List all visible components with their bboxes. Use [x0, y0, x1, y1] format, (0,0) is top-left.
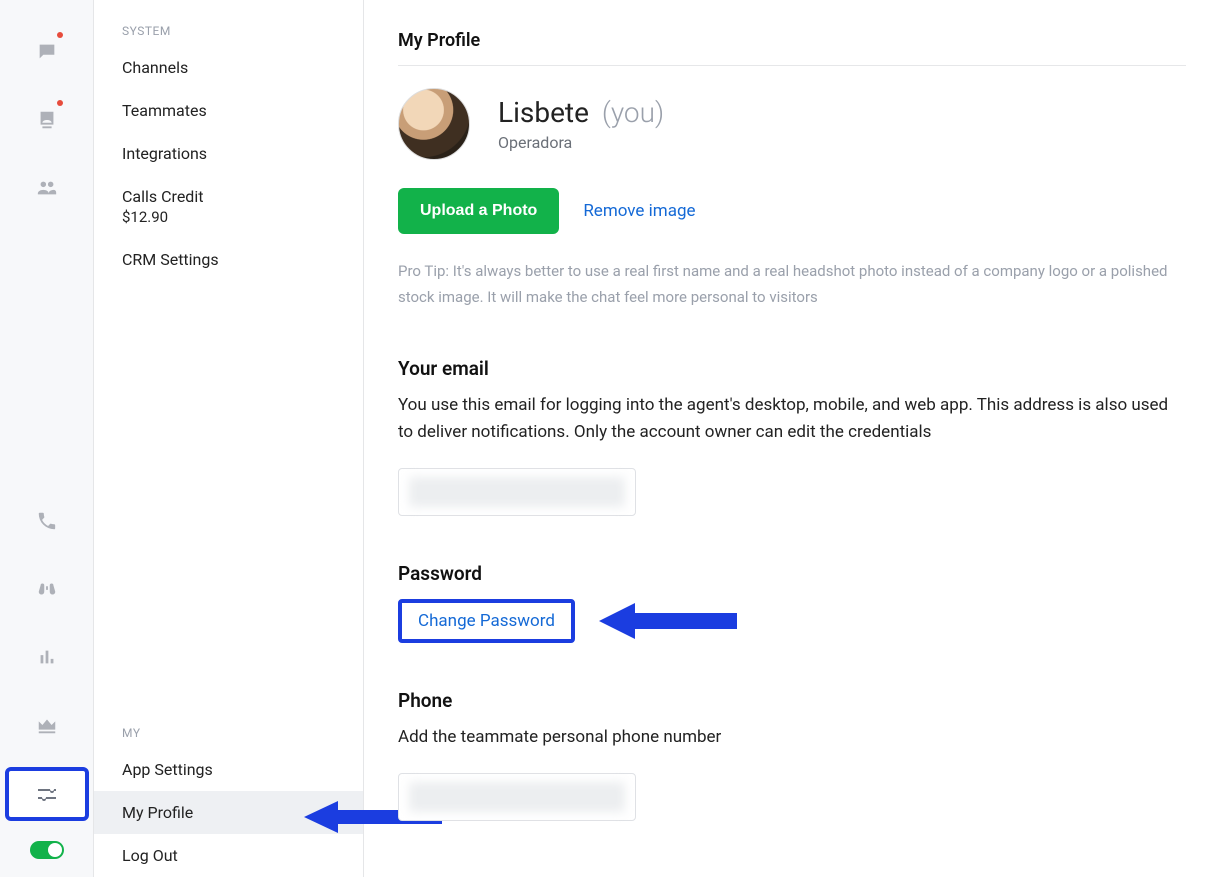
sidebar-item-label: My Profile — [122, 803, 193, 822]
profile-name: Lisbete (you) — [498, 96, 664, 129]
stats-icon[interactable] — [27, 637, 67, 677]
online-toggle[interactable] — [30, 841, 64, 859]
contact-icon[interactable] — [27, 100, 67, 140]
photo-actions: Upload a Photo Remove image — [398, 188, 1186, 234]
phone-section-heading: Phone — [398, 689, 1186, 712]
annotation-arrow-icon — [599, 599, 739, 643]
email-section-desc: You use this email for logging into the … — [398, 392, 1178, 446]
sidebar-item-channels[interactable]: Channels — [94, 46, 363, 89]
main-content: My Profile Lisbete (you) Operadora Uploa… — [364, 0, 1220, 877]
profile-name-you: (you) — [602, 96, 664, 129]
redacted-value — [409, 477, 625, 507]
avatar[interactable] — [398, 88, 470, 160]
upload-photo-button[interactable]: Upload a Photo — [398, 188, 559, 234]
sidebar-item-label: Calls Credit — [122, 187, 203, 206]
profile-header: Lisbete (you) Operadora — [398, 88, 1186, 160]
profile-name-text: Lisbete — [498, 96, 589, 129]
sidebar-item-app-settings[interactable]: App Settings — [94, 748, 363, 791]
notification-dot — [57, 32, 63, 38]
settings-icon[interactable] — [5, 767, 89, 821]
change-password-link[interactable]: Change Password — [398, 599, 575, 643]
notification-dot — [57, 100, 63, 106]
profile-role: Operadora — [498, 133, 664, 152]
chat-icon[interactable] — [27, 32, 67, 72]
binoculars-icon[interactable] — [27, 569, 67, 609]
sidebar-item-calls-credit[interactable]: Calls Credit $12.90 — [94, 175, 363, 238]
sidebar-item-teammates[interactable]: Teammates — [94, 89, 363, 132]
email-section-heading: Your email — [398, 357, 1186, 380]
phone-icon[interactable] — [27, 501, 67, 541]
sidebar-group-system: SYSTEM — [94, 20, 363, 46]
crown-icon[interactable] — [27, 705, 67, 745]
redacted-value — [409, 782, 625, 812]
sidebar-item-crm-settings[interactable]: CRM Settings — [94, 238, 363, 281]
team-icon[interactable] — [27, 168, 67, 208]
sidebar-item-log-out[interactable]: Log Out — [94, 834, 363, 877]
settings-sidebar: SYSTEM Channels Teammates Integrations C… — [94, 0, 364, 877]
pro-tip-text: Pro Tip: It's always better to use a rea… — [398, 258, 1178, 311]
icon-rail — [0, 0, 94, 877]
phone-section-desc: Add the teammate personal phone number — [398, 724, 1178, 751]
sidebar-item-integrations[interactable]: Integrations — [94, 132, 363, 175]
sidebar-group-my: MY — [94, 722, 363, 748]
phone-input[interactable] — [398, 773, 636, 821]
sidebar-item-calls-credit-value: $12.90 — [122, 208, 335, 226]
sidebar-item-my-profile[interactable]: My Profile — [94, 791, 363, 834]
remove-image-link[interactable]: Remove image — [583, 201, 695, 221]
page-title: My Profile — [398, 30, 1186, 66]
password-section-heading: Password — [398, 562, 1186, 585]
email-input[interactable] — [398, 468, 636, 516]
